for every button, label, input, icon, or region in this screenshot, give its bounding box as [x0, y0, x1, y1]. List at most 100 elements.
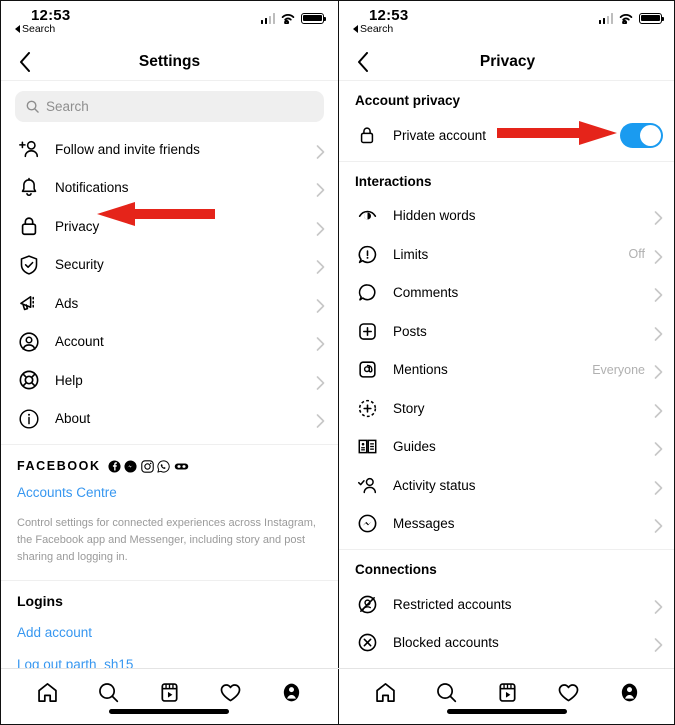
add-account-link[interactable]: Add account: [17, 625, 92, 640]
privacy-item-label: Hidden words: [393, 208, 476, 224]
chevron-right-icon: [654, 599, 663, 614]
settings-pane: 12:53 Search Settings Search Follow and …: [1, 1, 339, 670]
chevron-right-icon: [316, 183, 325, 198]
heart-icon: [558, 683, 579, 701]
at-mention-icon: [355, 358, 379, 382]
sidebar-item-label: Ads: [55, 295, 79, 311]
privacy-item-activity-status[interactable]: Activity status: [339, 466, 674, 505]
privacy-item-limits[interactable]: Limits Off: [339, 235, 674, 274]
info-circle-icon: [17, 407, 41, 431]
sidebar-item-about[interactable]: About: [1, 400, 338, 439]
home-indicator: [447, 709, 568, 714]
accounts-centre-link[interactable]: Accounts Centre: [17, 485, 117, 500]
privacy-item-comments[interactable]: Comments: [339, 274, 674, 313]
toggle-knob: [640, 124, 661, 146]
privacy-item-label: Story: [393, 400, 425, 416]
add-account-row[interactable]: Add account: [1, 609, 338, 642]
accounts-centre-row[interactable]: Accounts Centre: [1, 473, 338, 502]
chevron-right-icon: [654, 365, 663, 380]
status-back-label: Search: [360, 23, 394, 35]
chevron-right-icon: [316, 414, 325, 429]
chevron-left-icon: [358, 52, 368, 72]
chevron-right-icon: [654, 519, 663, 534]
privacy-pane: 12:53 Search Privacy Account privacy Pri…: [339, 1, 674, 670]
chevron-right-icon: [316, 337, 325, 352]
chevron-right-icon: [654, 211, 663, 226]
sidebar-item-help[interactable]: Help: [1, 361, 338, 400]
instagram-icon: [140, 459, 154, 473]
privacy-item-label: Messages: [393, 516, 455, 532]
chevron-right-icon: [654, 638, 663, 653]
story-plus-icon: [355, 396, 379, 420]
chevron-right-icon: [654, 442, 663, 457]
battery-icon: [301, 12, 327, 24]
section-title-interactions: Interactions: [355, 173, 432, 189]
status-back-to-search[interactable]: Search: [353, 23, 662, 35]
back-triangle-icon: [353, 25, 358, 33]
page-title-privacy: Privacy: [479, 52, 536, 70]
home-icon: [375, 682, 395, 702]
private-account-toggle[interactable]: [620, 122, 663, 148]
comment-icon: [355, 281, 379, 305]
privacy-item-label: Blocked accounts: [393, 635, 499, 651]
sidebar-item-label: About: [55, 411, 91, 427]
privacy-item-label: Comments: [393, 285, 459, 301]
profile-icon: [283, 683, 299, 701]
tab-activity[interactable]: [215, 677, 245, 707]
dual-phone-panes: 12:53 Search Settings Search Follow and …: [1, 1, 674, 670]
sidebar-item-account[interactable]: Account: [1, 323, 338, 362]
status-bar-right: 12:53 Search: [339, 1, 674, 43]
oculus-icon: [174, 463, 188, 469]
privacy-item-messages[interactable]: Messages: [339, 505, 674, 544]
tab-activity[interactable]: [553, 677, 583, 707]
bottom-tab-bar: [1, 668, 675, 724]
messenger-icon: [355, 512, 379, 536]
tab-profile[interactable]: [614, 677, 644, 707]
privacy-item-value: Everyone: [592, 362, 645, 377]
tab-bar-left: [1, 669, 339, 724]
reels-icon: [499, 682, 516, 702]
search-input[interactable]: Search: [15, 91, 324, 122]
log-out-row[interactable]: Log out parth_sh15: [1, 642, 338, 670]
privacy-item-story[interactable]: Story: [339, 389, 674, 428]
privacy-item-hidden-words[interactable]: Hidden words: [339, 197, 674, 236]
privacy-item-restricted-accounts[interactable]: Restricted accounts: [339, 585, 674, 624]
privacy-item-posts[interactable]: Posts: [339, 312, 674, 351]
privacy-item-label: Mentions: [393, 362, 448, 378]
tab-bar-right: [339, 669, 675, 724]
red-arrow-pointing-to-privacy: [97, 200, 215, 228]
tab-home[interactable]: [32, 677, 62, 707]
tab-reels[interactable]: [492, 677, 522, 707]
red-arrow-pointing-to-private-account-toggle: [497, 120, 617, 146]
status-back-to-search[interactable]: Search: [15, 23, 324, 35]
shield-check-icon: [17, 253, 41, 277]
tab-home[interactable]: [370, 677, 400, 707]
back-button-settings[interactable]: [13, 50, 37, 74]
blocked-x-icon: [355, 631, 379, 655]
status-back-label: Search: [22, 23, 56, 35]
whatsapp-icon: [157, 459, 170, 473]
sidebar-item-follow-and-invite-friends[interactable]: Follow and invite friends: [1, 130, 338, 169]
privacy-item-mentions[interactable]: Mentions Everyone: [339, 351, 674, 390]
tab-reels[interactable]: [154, 677, 184, 707]
messenger-icon: [124, 459, 137, 473]
person-circle-icon: [17, 330, 41, 354]
back-button-privacy[interactable]: [351, 50, 375, 74]
profile-icon: [621, 683, 638, 701]
chevron-right-icon: [316, 375, 325, 390]
privacy-item-blocked-accounts[interactable]: Blocked accounts: [339, 624, 674, 663]
wifi-icon: [619, 13, 633, 24]
search-icon: [436, 682, 456, 702]
sidebar-item-security[interactable]: Security: [1, 246, 338, 285]
privacy-item-guides[interactable]: Guides: [339, 428, 674, 467]
home-indicator: [109, 709, 230, 714]
sidebar-item-label: Follow and invite friends: [55, 141, 200, 157]
lock-icon: [355, 123, 379, 147]
sidebar-item-ads[interactable]: Ads: [1, 284, 338, 323]
tab-search[interactable]: [431, 677, 461, 707]
search-placeholder: Search: [46, 99, 89, 114]
sidebar-item-label: Help: [55, 372, 83, 388]
tab-search[interactable]: [93, 677, 123, 707]
cellular-signal-icon: [598, 12, 613, 24]
tab-profile[interactable]: [276, 677, 306, 707]
